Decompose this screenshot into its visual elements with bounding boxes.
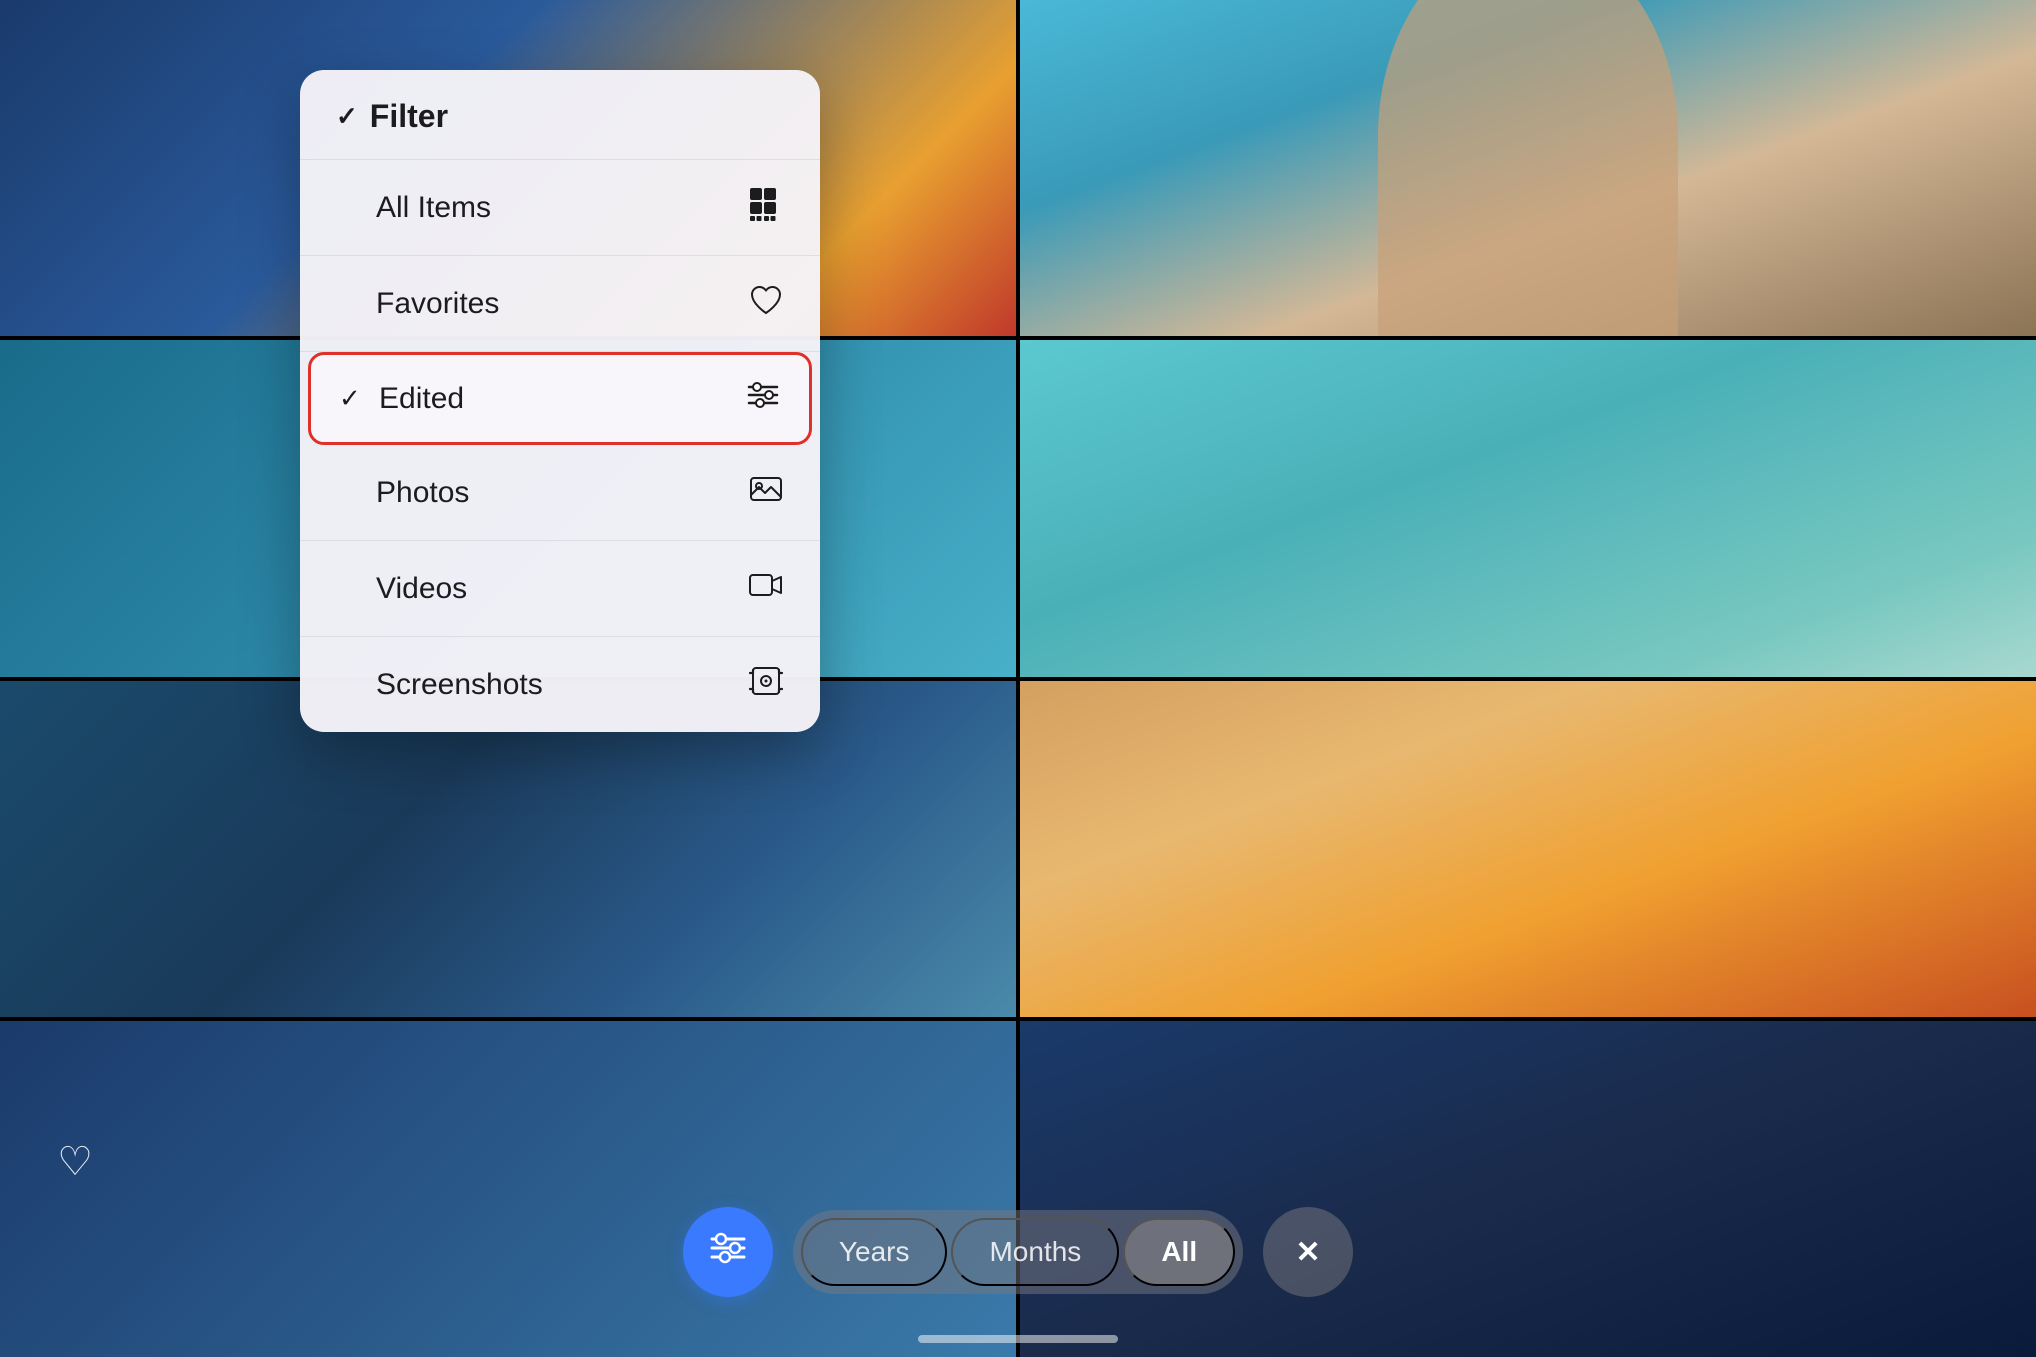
- screenshot-icon: [748, 663, 784, 706]
- filter-header: ✓ Filter: [300, 70, 820, 160]
- photo-6[interactable]: [1020, 681, 2036, 1017]
- chevron-icon: ✓: [336, 101, 358, 132]
- close-icon: ✕: [1296, 1235, 1321, 1270]
- grid-icon: [748, 186, 784, 229]
- filter-item-all-items-left: All Items: [336, 191, 491, 225]
- filter-item-edited-left: ✓ Edited: [339, 382, 464, 416]
- photo-2[interactable]: [1020, 0, 2036, 336]
- years-button[interactable]: Years: [801, 1218, 948, 1286]
- photo-4[interactable]: [1020, 340, 2036, 676]
- filter-item-screenshots[interactable]: Screenshots: [300, 637, 820, 732]
- all-button[interactable]: All: [1123, 1218, 1235, 1286]
- bottom-toolbar: Years Months All ✕: [0, 1207, 2036, 1297]
- photo-8[interactable]: [1020, 1021, 2036, 1357]
- sliders-icon: [745, 377, 781, 420]
- filter-fab-button[interactable]: [683, 1207, 773, 1297]
- filter-dropdown: ✓ Filter All Items Favorites: [300, 70, 820, 732]
- photo-icon: [748, 471, 784, 514]
- check-favorites: [336, 288, 360, 319]
- favorite-button[interactable]: ♡: [40, 1127, 110, 1197]
- filter-item-videos[interactable]: Videos: [300, 541, 820, 637]
- filter-item-favorites-left: Favorites: [336, 287, 499, 321]
- filter-item-videos-left: Videos: [336, 572, 467, 606]
- heart-bottom-icon: ♡: [57, 1139, 93, 1185]
- close-button[interactable]: ✕: [1263, 1207, 1353, 1297]
- check-screenshots: [336, 669, 360, 700]
- filter-item-screenshots-left: Screenshots: [336, 668, 543, 702]
- photo-7[interactable]: [0, 1021, 1016, 1357]
- filter-item-photos[interactable]: Photos: [300, 445, 820, 541]
- check-edited: ✓: [339, 383, 363, 414]
- video-icon: [748, 567, 784, 610]
- filter-label-screenshots: Screenshots: [376, 668, 543, 702]
- heart-icon: [748, 282, 784, 325]
- time-filter-pill: Years Months All: [793, 1210, 1243, 1294]
- filter-item-photos-left: Photos: [336, 476, 469, 510]
- home-indicator: [918, 1335, 1118, 1343]
- filter-item-edited[interactable]: ✓ Edited: [308, 352, 812, 445]
- filter-item-favorites[interactable]: Favorites: [300, 256, 820, 352]
- filter-label-edited: Edited: [379, 382, 464, 416]
- sliders-fab-icon: [706, 1226, 750, 1278]
- filter-item-all-items[interactable]: All Items: [300, 160, 820, 256]
- filter-label-favorites: Favorites: [376, 287, 499, 321]
- filter-title: Filter: [370, 98, 448, 135]
- filter-label-videos: Videos: [376, 572, 467, 606]
- check-all-items: [336, 192, 360, 223]
- check-photos: [336, 477, 360, 508]
- check-videos: [336, 573, 360, 604]
- filter-label-photos: Photos: [376, 476, 469, 510]
- filter-label-all-items: All Items: [376, 191, 491, 225]
- months-button[interactable]: Months: [951, 1218, 1119, 1286]
